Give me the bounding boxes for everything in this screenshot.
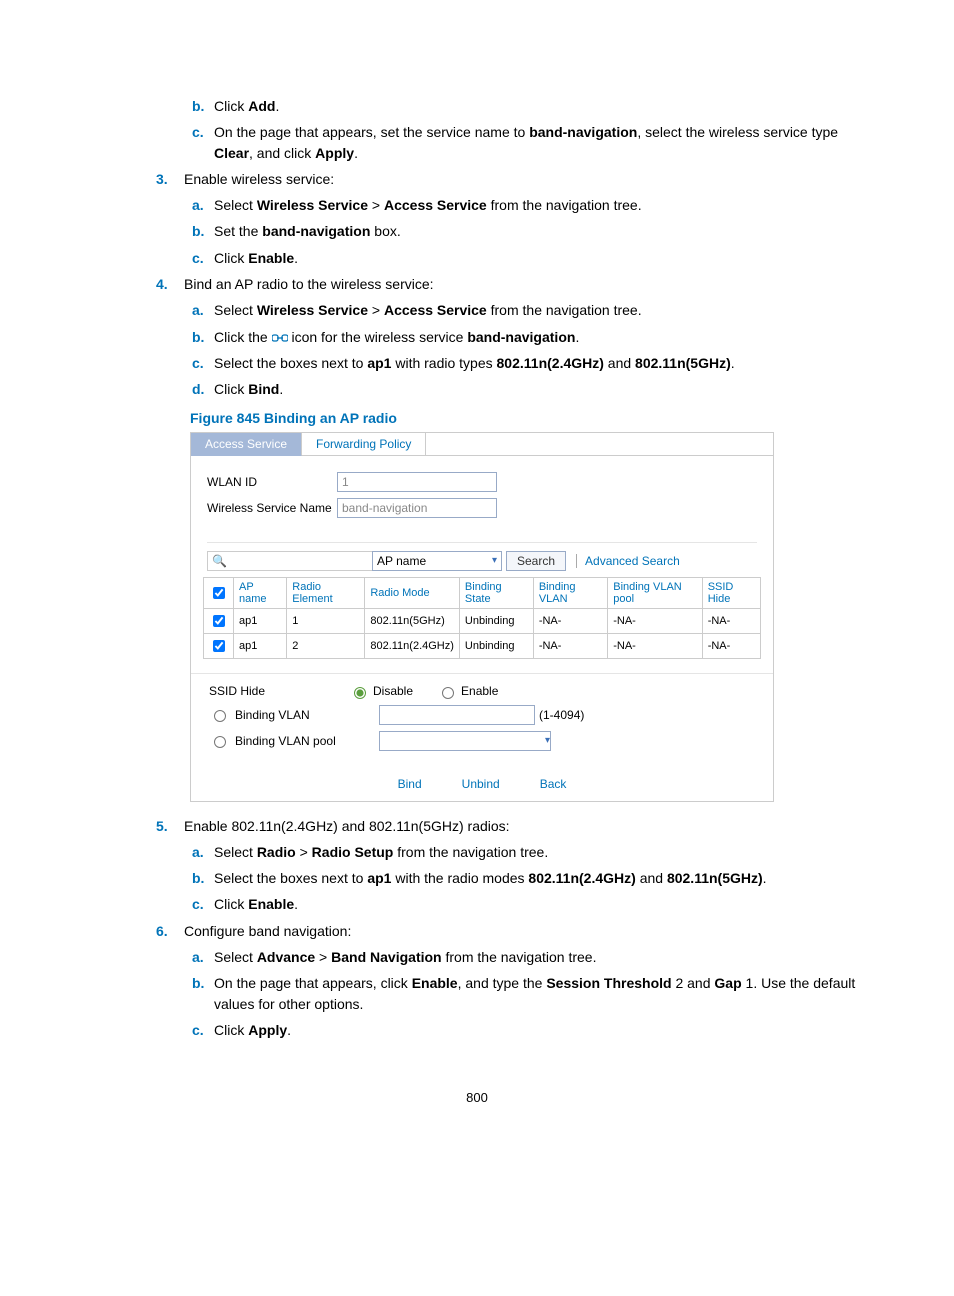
list-item: 6. Configure band navigation:	[156, 921, 864, 941]
binding-vlan-radio[interactable]	[214, 710, 226, 722]
list-text: Click Add.	[214, 96, 864, 116]
tab-access-service[interactable]: Access Service	[191, 433, 302, 456]
table-row: ap1 2 802.11n(2.4GHz) Unbinding -NA- -NA…	[204, 633, 761, 658]
list-item: c. Select the boxes next to ap1 with rad…	[192, 353, 864, 373]
list-item: 3. Enable wireless service:	[156, 169, 864, 189]
binding-vlan-input[interactable]	[379, 705, 535, 725]
list-item: c. Click Enable.	[192, 248, 864, 268]
search-field-dropdown[interactable]: AP name▾	[372, 551, 502, 571]
list-item: a. Select Wireless Service > Access Serv…	[192, 300, 864, 320]
list-item: d. Click Bind.	[192, 379, 864, 399]
list-item: a. Select Radio > Radio Setup from the n…	[192, 842, 864, 862]
list-item: c. Click Enable.	[192, 894, 864, 914]
select-all-checkbox[interactable]	[213, 587, 225, 599]
link-icon	[272, 333, 288, 343]
binding-vlan-pool-dropdown[interactable]: ▾	[379, 731, 551, 751]
ssid-hide-enable-radio[interactable]: Enable	[437, 684, 498, 699]
advanced-search-link[interactable]: Advanced Search	[576, 554, 680, 568]
list-item: b. Click Add.	[192, 96, 864, 116]
tab-forwarding-policy[interactable]: Forwarding Policy	[302, 433, 426, 456]
bind-button[interactable]: Bind	[398, 777, 422, 791]
ssid-hide-label: SSID Hide	[209, 684, 349, 698]
figure-caption: Figure 845 Binding an AP radio	[190, 410, 864, 426]
page-number: 800	[90, 1090, 864, 1105]
service-name-input[interactable]	[337, 498, 497, 518]
wlan-id-label: WLAN ID	[207, 475, 337, 489]
list-item: b. Click the icon for the wireless servi…	[192, 327, 864, 347]
list-text: Enable wireless service:	[184, 169, 864, 189]
chevron-down-icon: ▾	[545, 735, 550, 746]
service-name-label: Wireless Service Name	[207, 501, 337, 515]
search-button[interactable]: Search	[506, 551, 566, 571]
list-item: b. On the page that appears, click Enabl…	[192, 973, 864, 1014]
row-checkbox[interactable]	[213, 615, 225, 627]
table-row: ap1 1 802.11n(5GHz) Unbinding -NA- -NA- …	[204, 608, 761, 633]
unbind-button[interactable]: Unbind	[462, 777, 500, 791]
back-button[interactable]: Back	[540, 777, 567, 791]
list-marker: b.	[192, 96, 214, 116]
list-item: c. Click Apply.	[192, 1020, 864, 1040]
list-item: a. Select Wireless Service > Access Serv…	[192, 195, 864, 215]
ap-table: AP name Radio Element Radio Mode Binding…	[203, 577, 761, 659]
list-item: 4. Bind an AP radio to the wireless serv…	[156, 274, 864, 294]
ssid-hide-disable-radio[interactable]: Disable	[349, 684, 413, 699]
chevron-down-icon: ▾	[492, 555, 497, 566]
row-checkbox[interactable]	[213, 640, 225, 652]
ui-screenshot-panel: Access Service Forwarding Policy WLAN ID…	[190, 432, 774, 802]
list-item: b. Select the boxes next to ap1 with the…	[192, 868, 864, 888]
list-item: c. On the page that appears, set the ser…	[192, 122, 864, 163]
list-item: 5. Enable 802.11n(2.4GHz) and 802.11n(5G…	[156, 816, 864, 836]
search-icon: 🔍	[207, 551, 372, 571]
wlan-id-input[interactable]	[337, 472, 497, 492]
list-marker: 3.	[156, 169, 184, 189]
list-text: On the page that appears, set the servic…	[214, 122, 864, 163]
list-marker: c.	[192, 122, 214, 163]
list-item: b. Set the band-navigation box.	[192, 221, 864, 241]
list-item: a. Select Advance > Band Navigation from…	[192, 947, 864, 967]
binding-vlan-pool-radio[interactable]	[214, 736, 226, 748]
